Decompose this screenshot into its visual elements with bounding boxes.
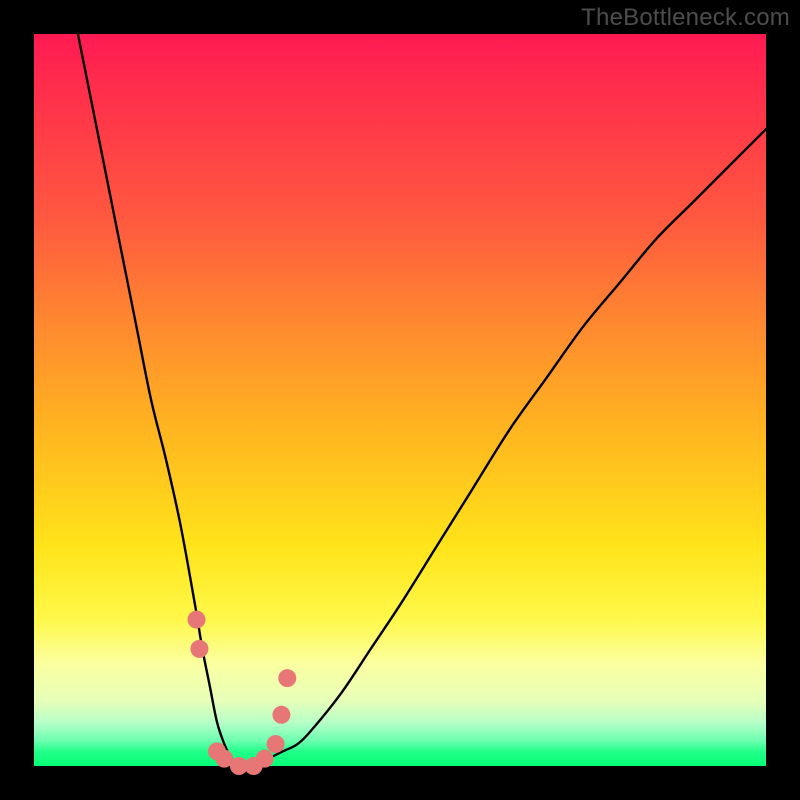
chart-svg <box>34 34 766 766</box>
watermark-text: TheBottleneck.com <box>581 4 790 32</box>
marker-dot <box>188 611 206 629</box>
chart-frame: TheBottleneck.com <box>0 0 800 800</box>
marker-dot <box>267 735 285 753</box>
marker-dot <box>256 750 274 768</box>
plot-area <box>34 34 766 766</box>
marker-dots <box>188 611 297 775</box>
marker-dot <box>190 640 208 658</box>
bottleneck-curve <box>78 34 766 767</box>
marker-dot <box>272 706 290 724</box>
marker-dot <box>278 669 296 687</box>
